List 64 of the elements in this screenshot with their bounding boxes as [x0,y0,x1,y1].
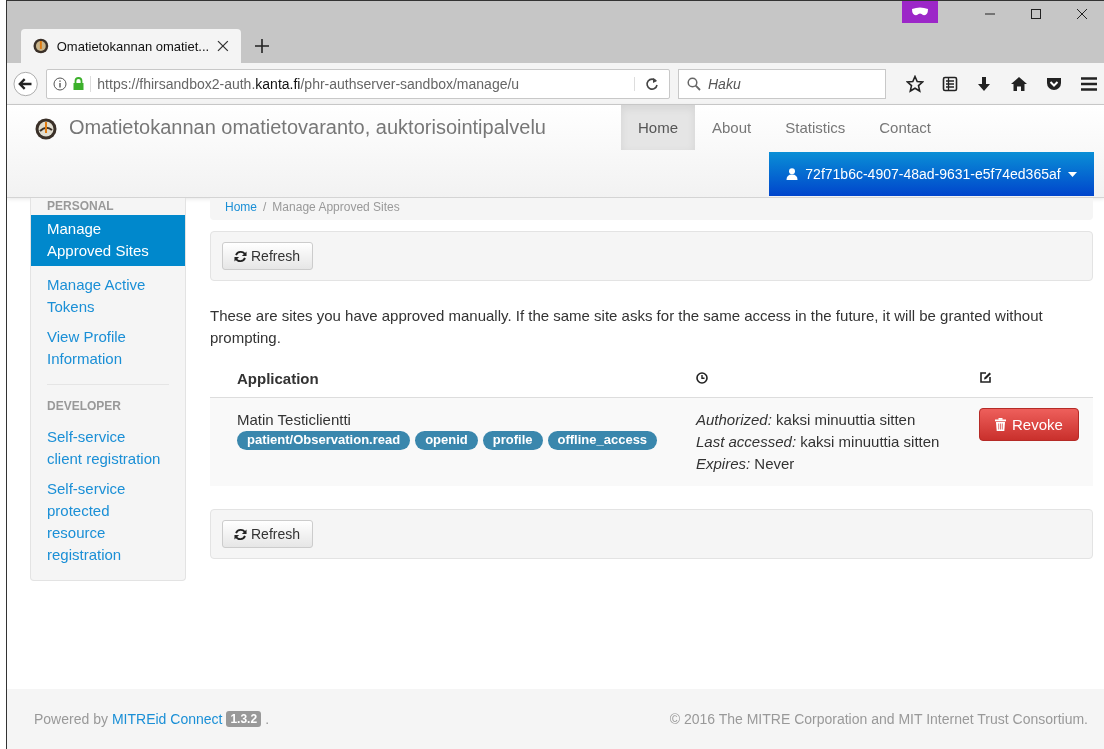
user-menu-button[interactable]: 72f71b6c-4907-48ad-9631-e5f74ed365af [769,152,1094,196]
caret-icon [1067,171,1077,177]
refresh-icon [234,249,247,263]
sidebar-item[interactable]: Self-service client registration [31,423,185,470]
breadcrumb-current: Manage Approved Sites [272,200,400,214]
sidebar-item[interactable]: Self-service protected resource registration [31,470,185,566]
nav-link[interactable]: Home [621,105,695,150]
powered-by-text: Powered by [34,711,108,727]
clock-icon [696,371,708,384]
info-icon[interactable] [53,76,68,91]
sidebar-item[interactable]: View Profile Information [31,318,185,370]
access-detail: Last accessed: kaksi minuuttia sitten [696,432,941,452]
tab-title: Omatietokannan omatiet... [56,38,210,54]
search-field[interactable]: Haku [678,68,886,99]
refresh-icon [234,527,247,541]
version-label: 1.3.2 [226,711,262,727]
app-name: Matin Testiclientti [237,410,352,430]
scope-badge: offline_access [547,431,658,450]
revoke-button[interactable]: Revoke [979,408,1079,441]
address-field[interactable]: https://fhirsandbox2-auth.kanta.fi/phr-authserver-sandbox/manage/u [46,68,670,99]
footer-period: . [265,711,269,727]
breadcrumb-link[interactable]: Home [225,200,257,214]
download-icon[interactable] [976,75,992,92]
scope-badge: profile [482,431,543,450]
maximize-icon[interactable] [1030,8,1042,20]
search-icon [687,76,701,91]
back-icon[interactable] [13,70,39,97]
sidebar-heading: PERSONAL [46,198,115,215]
star-icon[interactable] [906,74,924,93]
trash-icon [995,418,1006,431]
breadcrumb-separator: / [263,200,267,214]
lock-icon [73,77,85,90]
refresh-button[interactable]: Refresh [222,520,314,548]
close-tab-icon[interactable] [217,40,229,52]
url-text: https://fhirsandbox2-auth.kanta.fi/phr-authserver-sandbox/manage/u [90,75,628,92]
access-detail: Authorized: kaksi minuuttia sitten [696,410,917,430]
reload-icon[interactable] [634,76,659,91]
access-detail: Expires: Never [696,454,796,474]
scope-badge: openid [415,431,478,450]
reading-list-icon[interactable] [942,75,958,92]
nav-link[interactable]: Contact [862,105,948,150]
nav-link[interactable]: About [695,105,769,150]
nav-link[interactable]: Statistics [768,105,863,150]
sidebar-item[interactable]: Manage Approved Sites [31,215,185,266]
new-tab-icon[interactable] [255,39,269,53]
intro-text: These are sites you have approved manually. If the same site asks for the same access in the future, it will be granted without prompting. [210,306,1044,348]
logo-icon [35,118,57,140]
user-icon [786,168,799,180]
sidebar-heading: DEVELOPER [46,398,122,415]
footer-link[interactable]: MITREid Connect [111,711,223,727]
copyright-text: © 2016 The MITRE Corporation and MIT Internet Trust Consortium. [669,711,1088,727]
favicon-icon [33,38,49,54]
pocket-icon[interactable] [1046,75,1062,92]
edit-icon [979,370,992,384]
brand-title[interactable]: Omatietokannan omatietovaranto, auktorisointipalvelu [69,116,621,139]
menu-icon[interactable] [1080,75,1098,92]
private-mask-icon [902,1,938,23]
home-icon[interactable] [1010,75,1028,92]
browser-tab[interactable]: Omatietokannan omatiet... [21,29,241,63]
scope-badge: patient/Observation.read [237,431,411,450]
close-icon[interactable] [1076,8,1088,20]
sidebar-item[interactable]: Manage Active Tokens [31,266,185,318]
refresh-button[interactable]: Refresh [222,242,314,270]
column-header: Application [237,369,319,387]
